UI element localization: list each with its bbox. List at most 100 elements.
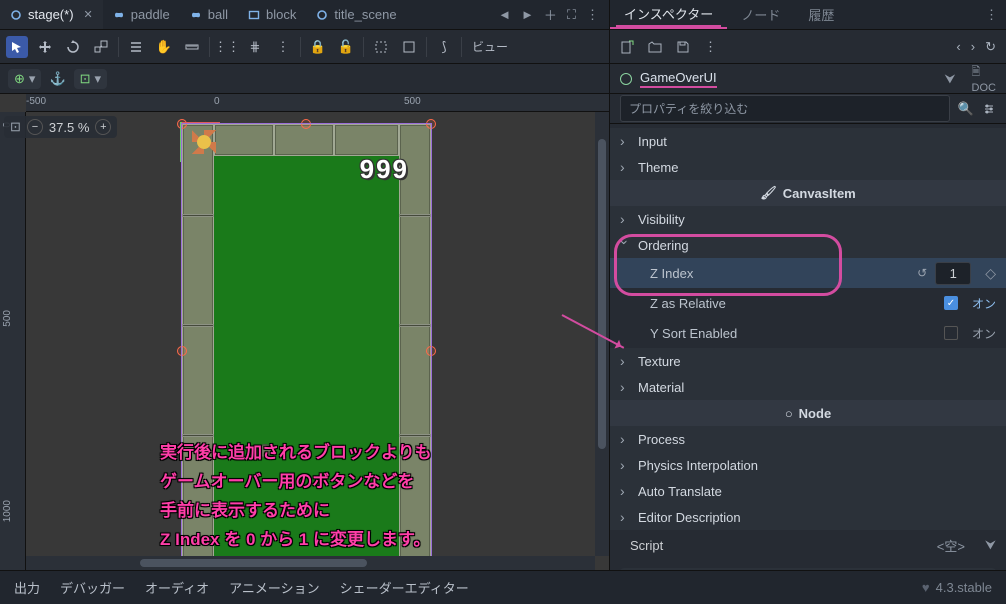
bone-tool[interactable]: ⟆ xyxy=(433,36,455,58)
canvas-viewport[interactable]: -500 0 500 0 500 1000 ⊡ − 37.5 % + xyxy=(0,94,609,570)
load-icon[interactable] xyxy=(648,40,662,54)
view-menu[interactable]: ビュー xyxy=(468,38,512,55)
group-physics[interactable]: Physics Interpolation xyxy=(610,452,1006,478)
tab-paddle[interactable]: paddle xyxy=(103,0,180,29)
zoom-in-btn[interactable]: + xyxy=(95,119,111,135)
canvas-toolbar: ✋ ⋮⋮ ⋕ ⋮ 🔒 🔓 ⟆ ビュー xyxy=(0,30,609,64)
group-texture[interactable]: Texture xyxy=(610,348,1006,374)
group-process[interactable]: Process xyxy=(610,426,1006,452)
bottom-panel: 出力 デバッガー オーディオ アニメーション シェーダーエディター ♥4.3.s… xyxy=(0,570,1006,604)
annotation: 実行後に追加されるブロックよりも ゲームオーバー用のボタンなどを 手前に表示する… xyxy=(160,439,432,555)
back-icon[interactable]: ‹ xyxy=(956,39,960,55)
zoom-percent[interactable]: 37.5 % xyxy=(49,120,89,135)
forward-icon[interactable]: › xyxy=(971,39,975,55)
checkbox-z-relative[interactable]: ✓ xyxy=(944,296,958,310)
pan-tool[interactable]: ✋ xyxy=(153,36,175,58)
group-autotranslate[interactable]: Auto Translate xyxy=(610,478,1006,504)
list-tool[interactable] xyxy=(125,36,147,58)
selected-node-row[interactable]: GameOverUI ⮟ 🗎DOC xyxy=(610,64,1006,94)
ruler-vertical: 0 500 1000 xyxy=(0,112,26,570)
tab-label: ball xyxy=(208,7,228,22)
ruler-horizontal: -500 0 500 xyxy=(26,94,609,112)
dots-icon[interactable]: ⋮ xyxy=(985,7,998,23)
anchor-icon[interactable]: ⚓ xyxy=(49,71,65,87)
tab-title-scene[interactable]: title_scene xyxy=(306,0,406,29)
tab-history[interactable]: 履歴 xyxy=(794,0,848,29)
ruler-tool[interactable] xyxy=(181,36,203,58)
bottom-debugger[interactable]: デバッガー xyxy=(60,578,125,597)
plus-icon[interactable]: ＋ xyxy=(544,5,557,24)
close-icon[interactable]: ✕ xyxy=(84,8,93,21)
group-tool[interactable] xyxy=(370,36,392,58)
tab-label: block xyxy=(266,7,296,22)
category-node[interactable]: ○Node xyxy=(610,400,1006,426)
node2d-icon xyxy=(316,9,328,21)
spinner-icon[interactable]: ◇ xyxy=(985,265,996,282)
script-value[interactable]: <空> xyxy=(937,536,965,555)
grid-snap-btn[interactable]: ⊡▾ xyxy=(74,69,107,89)
next-icon[interactable]: ► xyxy=(521,7,534,22)
move-tool[interactable] xyxy=(34,36,56,58)
tab-label: stage(*) xyxy=(28,7,74,22)
focus-icon[interactable]: ⊡ xyxy=(10,119,21,135)
bottom-audio[interactable]: オーディオ xyxy=(145,578,209,597)
scrollbar-horizontal[interactable] xyxy=(26,556,595,570)
tab-stage[interactable]: stage(*) ✕ xyxy=(0,0,103,29)
bottom-animation[interactable]: アニメーション xyxy=(229,578,319,597)
filter-input[interactable]: プロパティを絞り込む xyxy=(620,95,950,122)
settings-icon[interactable] xyxy=(982,102,996,116)
dots-icon[interactable]: ⋮ xyxy=(586,7,599,23)
chevron-down-icon[interactable]: ⮟ xyxy=(944,71,955,87)
category-canvasitem[interactable]: 🖌CanvasItem xyxy=(610,180,1006,206)
select-tool[interactable] xyxy=(6,36,28,58)
prop-y-sort: Y Sort Enabled オン xyxy=(610,318,1006,348)
chevron-down-icon[interactable]: ⮟ xyxy=(985,537,996,553)
prop-z-relative: Z as Relative ✓ オン xyxy=(610,288,1006,318)
tab-inspector[interactable]: インスペクター xyxy=(610,0,727,29)
prop-z-index: Z Index ↺ 1 ◇ xyxy=(610,258,1006,288)
tab-label: title_scene xyxy=(334,7,396,22)
prop-script: Script <空> ⮟ xyxy=(610,530,1006,560)
snap-tool[interactable]: ⋮⋮ xyxy=(216,36,238,58)
grid-tool[interactable]: ⋕ xyxy=(244,36,266,58)
dots-icon[interactable]: ⋮ xyxy=(704,39,717,55)
expand-icon[interactable]: ⛶ xyxy=(567,7,576,23)
zoom-out-btn[interactable]: − xyxy=(27,119,43,135)
ungroup-tool[interactable] xyxy=(398,36,420,58)
add-node-btn[interactable]: ⊕▾ xyxy=(8,69,41,89)
score-label: 999 xyxy=(360,154,409,185)
snap-config[interactable]: ⋮ xyxy=(272,36,294,58)
tab-ball[interactable]: ball xyxy=(180,0,238,29)
rotate-tool[interactable] xyxy=(62,36,84,58)
tab-block[interactable]: block xyxy=(238,0,306,29)
tab-node[interactable]: ノード xyxy=(727,0,794,29)
filter-row: プロパティを絞り込む 🔍 xyxy=(610,94,1006,124)
save-icon[interactable] xyxy=(676,40,690,54)
unlock-tool[interactable]: 🔓 xyxy=(335,36,357,58)
group-editordesc[interactable]: Editor Description xyxy=(610,504,1006,530)
group-ordering[interactable]: Ordering xyxy=(610,232,1006,258)
history-icon[interactable]: ↻ xyxy=(985,39,996,55)
new-resource-icon[interactable] xyxy=(620,40,634,54)
heart-icon: ♥ xyxy=(922,580,930,595)
search-icon[interactable]: 🔍 xyxy=(958,101,974,117)
add-metadata-btn[interactable]: ＋ メタデータを追加 xyxy=(620,568,996,570)
scale-tool[interactable] xyxy=(90,36,112,58)
z-index-value[interactable]: 1 xyxy=(935,262,971,285)
lock-tool[interactable]: 🔒 xyxy=(307,36,329,58)
node2d-icon xyxy=(10,9,22,21)
doc-icon[interactable]: 🗎DOC xyxy=(972,63,996,94)
bottom-shader[interactable]: シェーダーエディター xyxy=(340,578,469,597)
bone-icon xyxy=(190,9,202,21)
group-theme[interactable]: Theme xyxy=(610,154,1006,180)
group-visibility[interactable]: Visibility xyxy=(610,206,1006,232)
bottom-output[interactable]: 出力 xyxy=(14,578,40,597)
group-material[interactable]: Material xyxy=(610,374,1006,400)
reset-icon[interactable]: ↺ xyxy=(917,266,927,280)
prev-icon[interactable]: ◄ xyxy=(498,7,511,22)
rect-icon xyxy=(248,9,260,21)
checkbox-y-sort[interactable] xyxy=(944,326,958,340)
zoom-controls: ⊡ − 37.5 % + xyxy=(4,116,117,138)
group-input[interactable]: Input xyxy=(610,128,1006,154)
scene-tabs: stage(*) ✕ paddle ball block title_scene… xyxy=(0,0,609,30)
